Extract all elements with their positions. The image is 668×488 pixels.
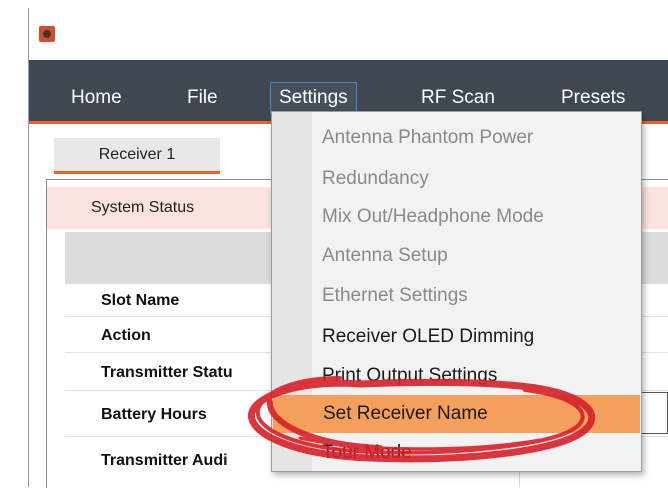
row-label-action: Action: [101, 327, 151, 344]
menu-rf-scan[interactable]: RF Scan: [413, 82, 503, 114]
menu-presets[interactable]: Presets: [553, 82, 633, 114]
row-label-slot-name: Slot Name: [101, 292, 180, 309]
tab-receiver-1[interactable]: Receiver 1: [54, 138, 220, 174]
menu-item-ethernet-settings[interactable]: Ethernet Settings: [272, 277, 641, 315]
title-bar: [29, 8, 668, 60]
app-logo-icon: [39, 26, 55, 42]
menu-home[interactable]: Home: [63, 82, 130, 114]
row-label-battery-hours: Battery Hours: [101, 406, 207, 423]
settings-dropdown-menu: Antenna Phantom Power Redundancy Mix Out…: [271, 111, 642, 472]
menu-file[interactable]: File: [179, 82, 226, 114]
row-label-transmitter-status: Transmitter Statu: [101, 364, 233, 381]
menu-item-tour-mode[interactable]: Tour Mode: [272, 434, 641, 472]
menu-item-mix-out-headphone-mode[interactable]: Mix Out/Headphone Mode: [272, 198, 641, 236]
row-label-transmitter-audio: Transmitter Audi: [101, 452, 228, 469]
menu-settings[interactable]: Settings: [270, 82, 357, 114]
menu-item-redundancy[interactable]: Redundancy: [272, 160, 641, 198]
menu-item-antenna-phantom-power[interactable]: Antenna Phantom Power: [272, 119, 641, 157]
menu-item-antenna-setup[interactable]: Antenna Setup: [272, 237, 641, 275]
menu-item-print-output-settings[interactable]: Print Output Settings: [272, 357, 641, 395]
menu-item-receiver-oled-dimming[interactable]: Receiver OLED Dimming: [272, 318, 641, 356]
menu-item-set-receiver-name[interactable]: Set Receiver Name: [273, 395, 640, 433]
